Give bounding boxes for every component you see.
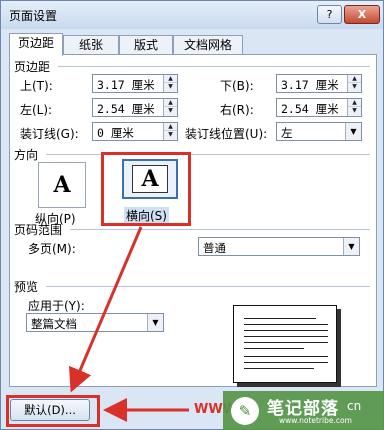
watermark-banner: ✎ 笔记部落 cn www.notetribe.com	[223, 391, 384, 430]
watermark-domain-suffix: cn	[347, 399, 362, 413]
arrow-to-default	[68, 226, 143, 393]
tab-margins[interactable]: 页边距	[9, 33, 63, 56]
page-setup-dialog: 页面设置 ? X 页边距 纸张 版式 文档网格 页边距 上(T): 3.17 厘…	[0, 0, 384, 430]
annotation-arrows	[68, 226, 189, 422]
pencil-logo-icon: ✎	[231, 397, 259, 425]
watermark-url: www.notetribe.com	[279, 416, 352, 425]
